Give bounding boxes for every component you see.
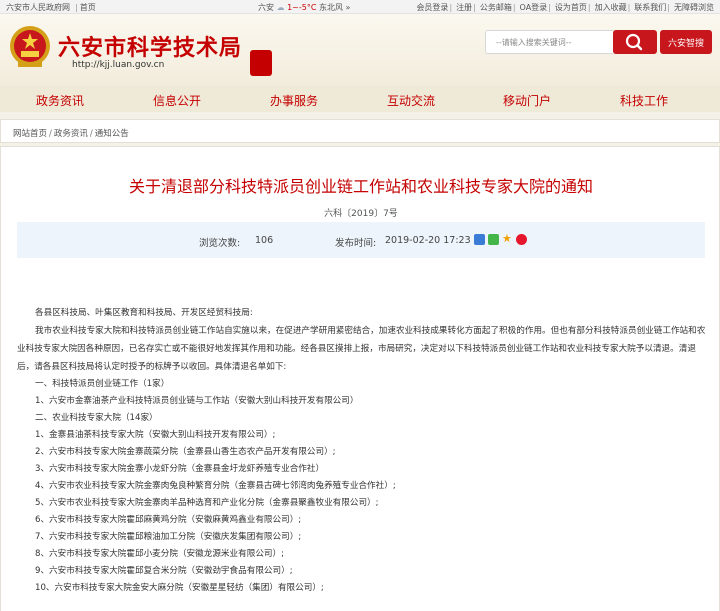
top-bar: 六安市人民政府网 | 首页 六安 ☁ 1~-5°C 东北风 » 会员登录| 注册| 公务…	[0, 0, 720, 14]
date-label: 发布时间:	[335, 238, 377, 249]
views-count: 106	[255, 235, 274, 246]
breadcrumb-home[interactable]: 网站首页	[13, 129, 47, 139]
document-number: 六科〔2019〕7号	[324, 209, 398, 219]
list-item: 9、六安市科技专家大院霍邱复合米分院（安徽劲宇食品有限公司）;	[35, 566, 293, 576]
publish-date: 2019-02-20 17:23	[385, 235, 471, 246]
login-link[interactable]: 会员登录	[416, 3, 448, 12]
list-item: 10、六安市科技专家大院金安大麻分院（安徽星星轻纺（集团）有限公司）;	[35, 583, 324, 593]
home-link[interactable]: 首页	[80, 3, 96, 12]
article-title: 关于清退部分科技特派员创业链工作站和农业科技专家大院的通知	[128, 177, 593, 196]
list-item: 6、六安市科技专家大院霍邱麻黄鸡分院（安徽麻黄鸡鑫业有限公司）;	[35, 515, 302, 525]
weather-wind: 东北风	[319, 3, 343, 12]
nav-item-tech-work[interactable]: 科技工作	[620, 92, 668, 109]
weather-city: 六安	[258, 3, 274, 12]
article-panel: 关于清退部分科技特派员创业链工作站和农业科技专家大院的通知 六科〔2019〕7号…	[0, 146, 720, 611]
nav-item-mobile[interactable]: 移动门户	[503, 92, 551, 109]
article-meta-bar: 浏览次数: 106 发布时间: 2019-02-20 17:23 ★	[17, 222, 705, 258]
section-heading: 二、农业科技专家大院（14家）	[35, 413, 158, 423]
set-homepage-link[interactable]: 设为首页	[555, 3, 587, 12]
list-item: 8、六安市科技专家大院霍邱小麦分院（安徽龙源米业有限公司）;	[35, 549, 284, 559]
weather-more-icon[interactable]: »	[346, 3, 351, 12]
contact-link[interactable]: 联系我们	[634, 3, 666, 12]
weather-widget: 六安 ☁ 1~-5°C 东北风 »	[258, 2, 350, 13]
list-item: 1、六安市金寨油茶产业科技特派员创业链与工作站（安徽大别山科技开发有限公司）	[35, 396, 359, 406]
favorite-star-icon[interactable]: ★	[502, 232, 513, 245]
list-item: 3、六安市科技专家大院金寨小龙虾分院（金寨县金圩龙虾养殖专业合作社）	[35, 464, 325, 474]
breadcrumb-news[interactable]: 政务资讯	[54, 129, 88, 139]
search-icon	[625, 33, 643, 51]
weibo-icon[interactable]	[516, 234, 527, 245]
article-body: 各县区科技局、叶集区教育和科技局、开发区经贸科技局: 我市农业科技专家大院和科技…	[17, 305, 707, 597]
seal-icon	[250, 50, 272, 76]
nav-item-info-disclosure[interactable]: 信息公开	[153, 92, 201, 109]
weather-cloud-icon: ☁	[276, 3, 285, 12]
add-favorite-link[interactable]: 加入收藏	[595, 3, 627, 12]
site-title: 六安市科学技术局	[58, 35, 243, 61]
section-heading: 一、科技特派员创业链工作（1家）	[35, 379, 170, 389]
list-item: 2、六安市科技专家大院金寨蔬菜分院（金寨县山香生态农产品开发有限公司）;	[35, 447, 336, 457]
nav-item-news[interactable]: 政务资讯	[36, 92, 84, 109]
weather-temperature: 1~-5°C	[287, 3, 317, 12]
site-url: http://kjj.luan.gov.cn	[72, 60, 165, 70]
accessibility-link[interactable]: 无障碍浏览	[674, 3, 714, 12]
main-nav: 政务资讯 信息公开 办事服务 互动交流 移动门户 科技工作	[0, 86, 720, 112]
top-right-links: 会员登录| 注册| 公务邮箱| OA登录| 设为首页| 加入收藏| 联系我们| 无障碍浏览	[416, 3, 714, 12]
greeting-paragraph: 各县区科技局、叶集区教育和科技局、开发区经贸科技局:	[35, 308, 253, 318]
gov-site-link[interactable]: 六安市人民政府网	[6, 3, 70, 12]
share-plus-icon[interactable]	[474, 234, 485, 245]
views-label: 浏览次数:	[199, 238, 241, 249]
nav-item-services[interactable]: 办事服务	[270, 92, 318, 109]
search-button[interactable]	[613, 30, 657, 54]
top-left-links: 六安市人民政府网 | 首页	[6, 3, 96, 12]
list-item: 1、金寨县油茶科技专家大院（安徽大别山科技开发有限公司）;	[35, 430, 276, 440]
intro-paragraph: 我市农业科技专家大院和科技特派员创业链工作站自实施以来，在促进产学研用紧密结合，…	[17, 326, 706, 372]
mail-link[interactable]: 公务邮箱	[480, 3, 512, 12]
site-header: 六安市科学技术局 http://kjj.luan.gov.cn --请输入搜索关…	[0, 14, 720, 86]
breadcrumb: 网站首页 / 政务资讯 / 通知公告	[0, 119, 720, 143]
list-item: 5、六安市农业科技专家大院金寨肉羊品种选育和产业化分院（金寨县聚鑫牧业有限公司）…	[35, 498, 379, 508]
search-input[interactable]: --请输入搜索关键词--	[485, 30, 615, 54]
list-item: 7、六安市科技专家大院霍邱粮油加工分院（安徽庆发集团有限公司）;	[35, 532, 302, 542]
smart-search-button[interactable]: 六安智搜	[660, 30, 712, 54]
wechat-icon[interactable]	[488, 234, 499, 245]
national-emblem-icon	[10, 26, 50, 67]
register-link[interactable]: 注册	[456, 3, 472, 12]
list-item: 4、六安市农业科技专家大院金寨肉兔良种繁育分院（金寨县古碑七邻湾肉兔养殖专业合作…	[35, 481, 396, 491]
oa-login-link[interactable]: OA登录	[520, 3, 548, 12]
nav-item-interaction[interactable]: 互动交流	[387, 92, 435, 109]
breadcrumb-notices[interactable]: 通知公告	[95, 129, 129, 139]
